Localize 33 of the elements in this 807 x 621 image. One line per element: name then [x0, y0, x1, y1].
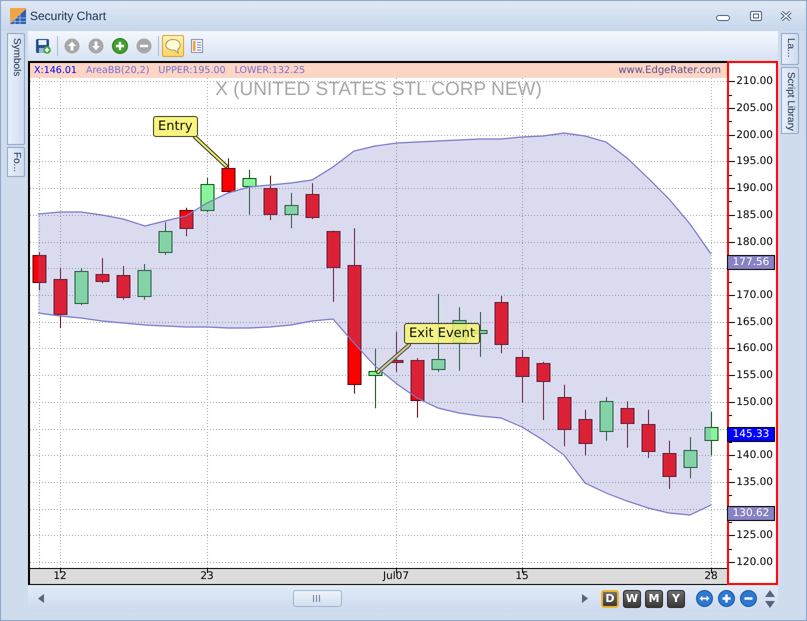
price-label: 125.00	[736, 528, 773, 542]
legend-text: AreaBB(20,2)	[86, 64, 150, 77]
window-title: Security Chart	[30, 9, 106, 23]
date-label: 28	[704, 569, 718, 584]
callout-label: Entry	[153, 116, 198, 137]
price-label: 150.00	[736, 394, 773, 409]
price-label: 210.00	[736, 74, 773, 88]
chart-title: X (UNITED STATES STL CORP NEW)	[215, 79, 542, 101]
date-label: 12	[53, 569, 67, 584]
price-label: 195.00	[736, 154, 773, 168]
date-label: 15	[515, 569, 529, 584]
price-label: 165.00	[736, 314, 773, 329]
price-label: 120.00	[736, 555, 773, 570]
price-label: 170.00	[736, 288, 773, 302]
price-label: 200.00	[736, 128, 773, 142]
legend-text: X:146.01	[34, 64, 77, 77]
website-text: www.EdgeRater.com	[618, 64, 721, 77]
price-label: 160.00	[736, 341, 773, 356]
legend-text: UPPER:195.00	[158, 64, 226, 77]
price-label: 180.00	[736, 234, 773, 248]
price-label: 140.00	[736, 448, 773, 462]
price-label: 185.00	[736, 208, 773, 222]
legend-text: LOWER:132.25	[234, 64, 306, 77]
callout-label: Exit Event	[404, 323, 480, 344]
date-label: 23	[200, 569, 214, 584]
price-marker: 130.62	[727, 506, 775, 521]
price-marker: 145.33	[727, 427, 775, 442]
price-label: 205.00	[736, 100, 773, 115]
date-label: Jul07	[382, 569, 410, 584]
price-marker: 177.56	[727, 255, 775, 270]
price-label: 135.00	[736, 475, 773, 489]
price-label: 155.00	[736, 368, 773, 382]
price-label: 190.00	[736, 181, 773, 196]
